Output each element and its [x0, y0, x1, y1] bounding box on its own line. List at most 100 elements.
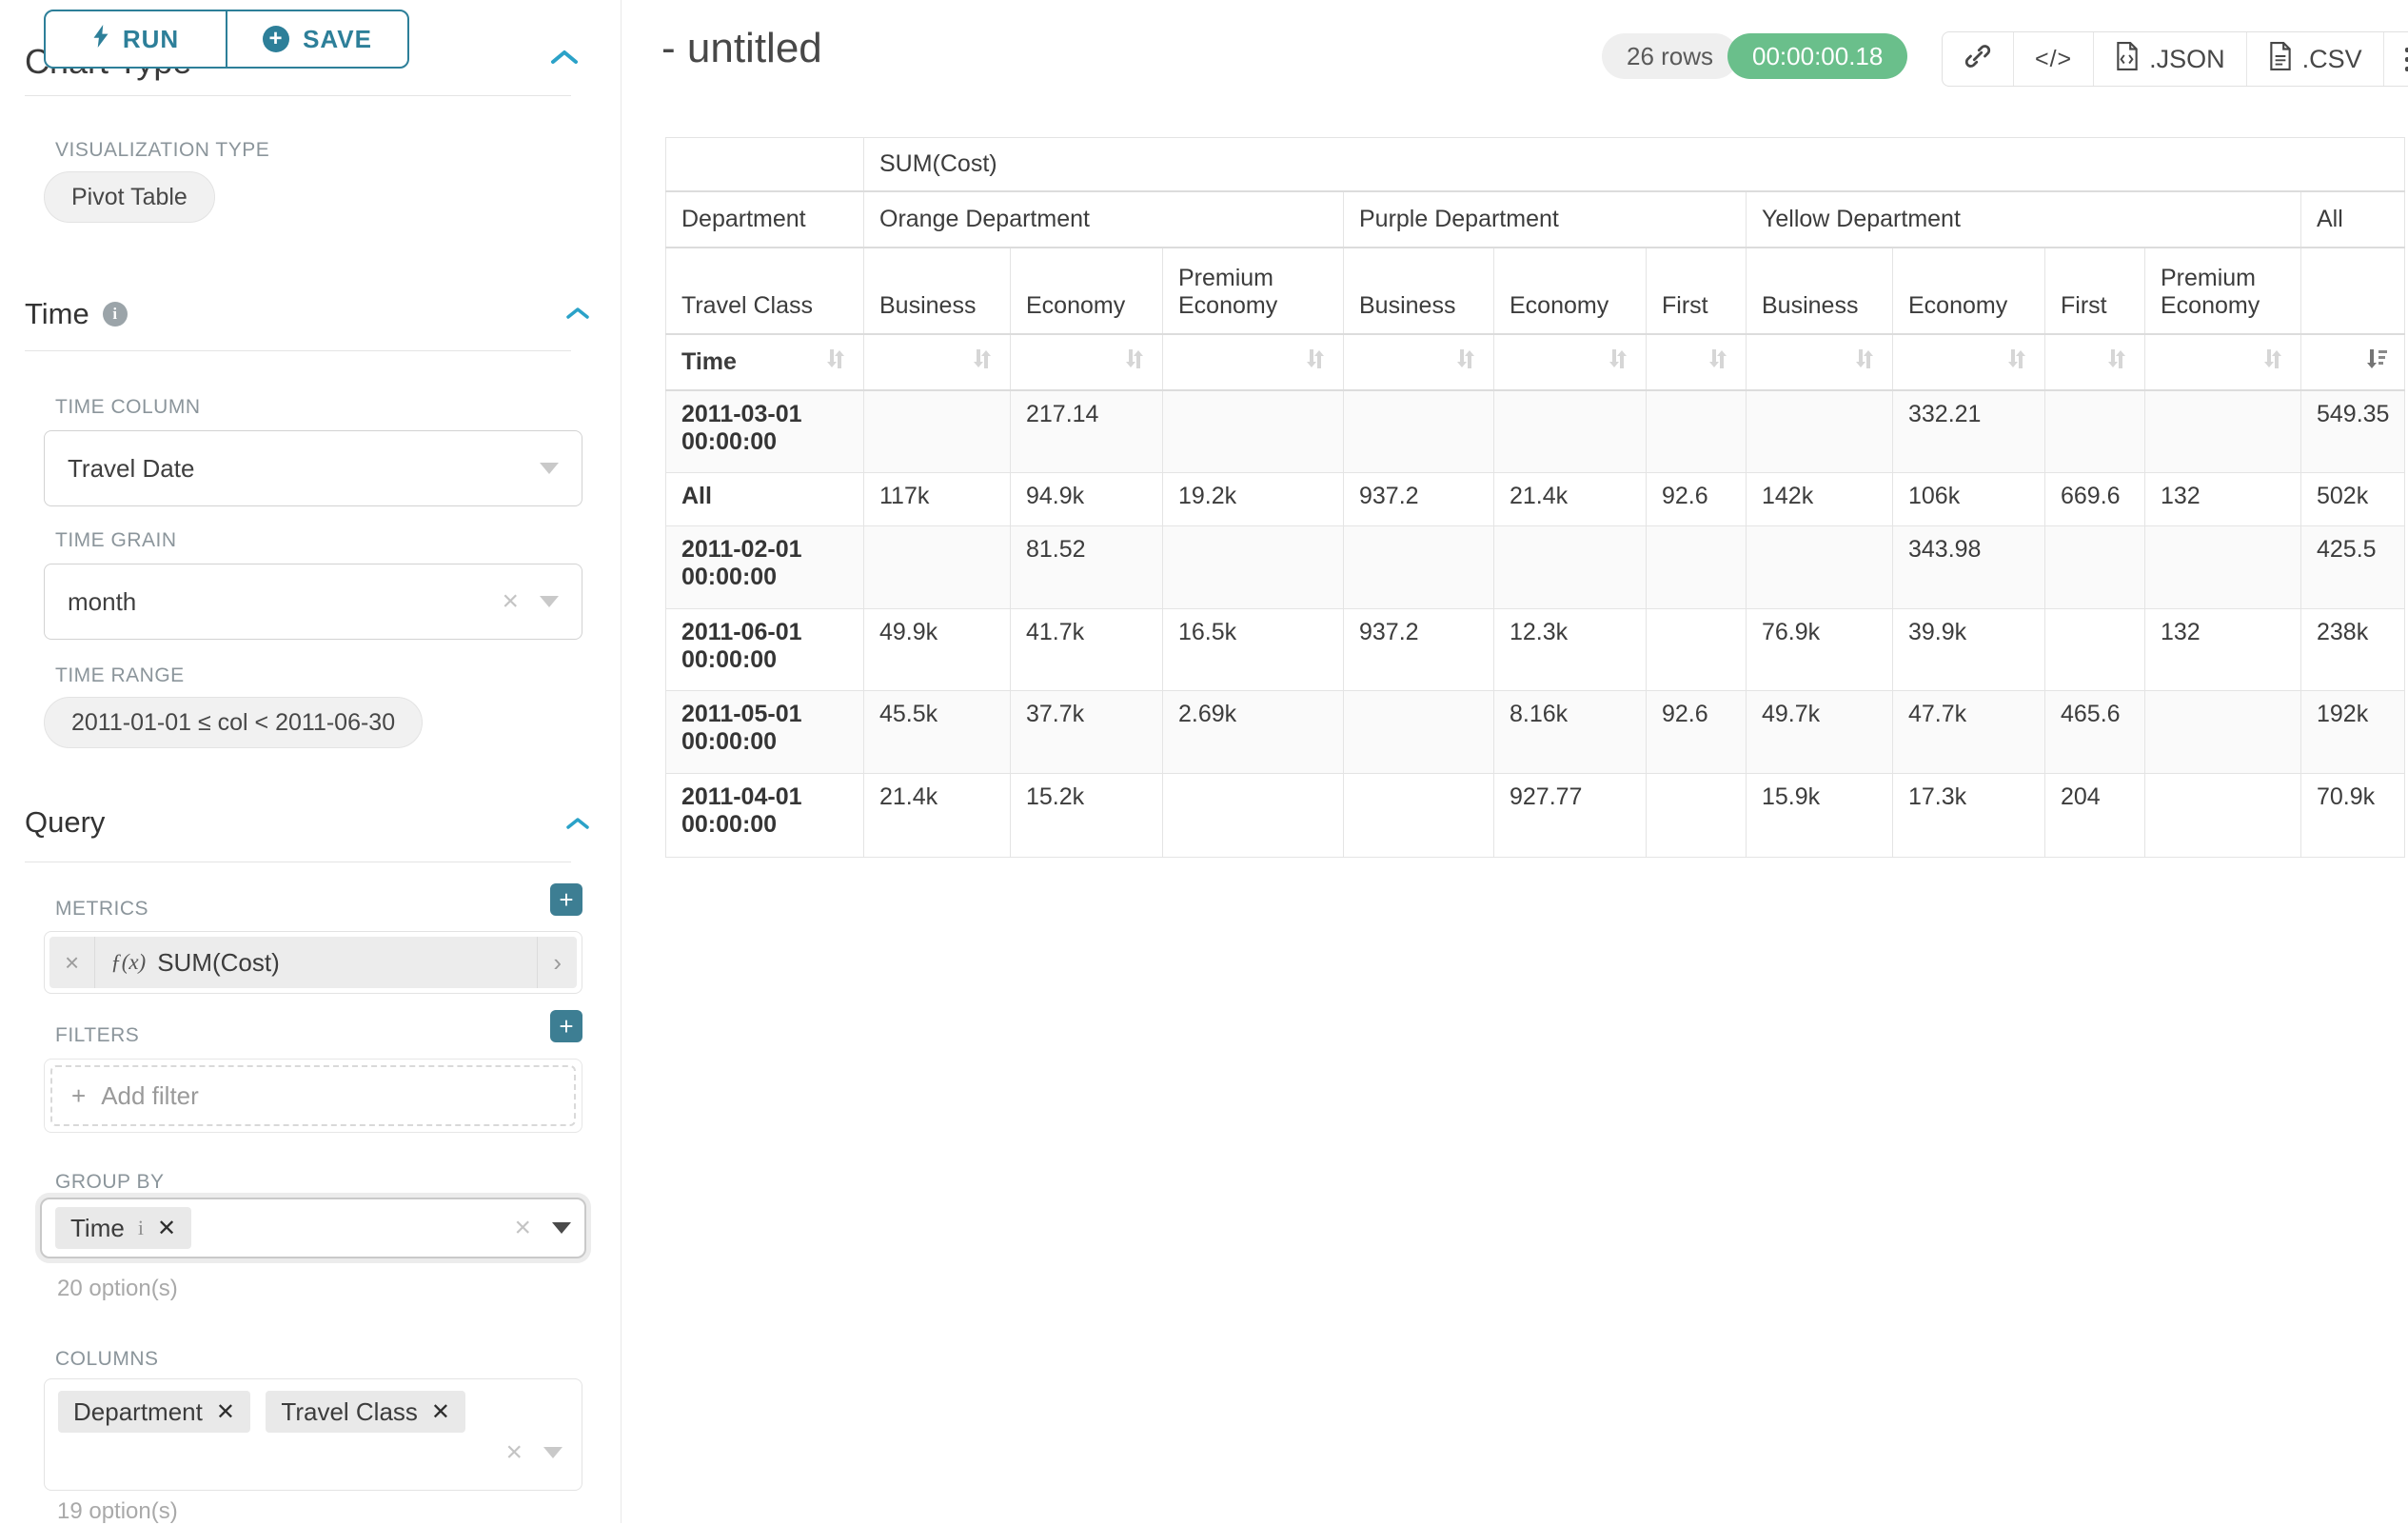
pivot-cell: [1747, 526, 1893, 609]
menu-button[interactable]: [2383, 32, 2408, 86]
pivot-cell: 132: [2145, 473, 2301, 526]
time-grain-select[interactable]: month ×: [44, 564, 582, 640]
remove-chip-icon[interactable]: ✕: [216, 1398, 235, 1426]
table-row: 2011-06-01 00:00:0049.9k41.7k16.5k937.21…: [666, 609, 2405, 691]
link-icon: [1964, 42, 1992, 77]
remove-chip-icon[interactable]: ✕: [431, 1398, 450, 1426]
pivot-cell: [2145, 526, 2301, 609]
export-csv-button[interactable]: .CSV: [2246, 32, 2383, 86]
add-metric-button[interactable]: +: [550, 883, 582, 916]
metric-chip[interactable]: × ƒ(x) SUM(Cost) ›: [49, 937, 577, 988]
visualization-type-value[interactable]: Pivot Table: [44, 171, 215, 223]
clear-icon[interactable]: ×: [502, 587, 519, 616]
chart-title[interactable]: - untitled: [661, 25, 822, 72]
view-query-button[interactable]: </>: [2013, 32, 2093, 86]
pivot-col-header: Economy: [1011, 248, 1163, 334]
sort-updown-icon[interactable]: [1606, 347, 1630, 378]
pivot-cell: 142k: [1747, 473, 1893, 526]
pivot-col-header: Premium Economy: [2145, 248, 2301, 334]
sort-updown-icon[interactable]: [1303, 347, 1328, 378]
pivot-col-group-header: Purple Department: [1344, 191, 1747, 248]
file-code-icon: [2115, 42, 2140, 77]
pivot-cell: [2145, 774, 2301, 858]
pivot-cell: 937.2: [1344, 609, 1494, 691]
pivot-cell: 937.2: [1344, 473, 1494, 526]
run-button[interactable]: RUN: [46, 11, 226, 67]
pivot-cell: [1344, 691, 1494, 774]
pivot-col-header: Economy: [1893, 248, 2045, 334]
table-row: 2011-03-01 00:00:00217.14332.21549.35: [666, 390, 2405, 473]
export-json-button[interactable]: .JSON: [2093, 32, 2246, 86]
pivot-row-header: 2011-06-01 00:00:00: [666, 609, 864, 691]
pivot-cell: 70.9k: [2301, 774, 2405, 858]
sort-updown-icon[interactable]: [2004, 347, 2029, 378]
pivot-cell: 92.6: [1647, 691, 1747, 774]
pivot-cell: 94.9k: [1011, 473, 1163, 526]
pivot-row-header: 2011-02-01 00:00:00: [666, 526, 864, 609]
pivot-cell: 49.9k: [864, 609, 1011, 691]
clear-icon[interactable]: ×: [505, 1438, 523, 1467]
pivot-cell: [1647, 526, 1747, 609]
pivot-col-header: First: [1647, 248, 1747, 334]
remove-metric-icon[interactable]: ×: [49, 937, 95, 988]
columns-chip[interactable]: Department ✕: [58, 1391, 250, 1433]
export-json-label: .JSON: [2149, 45, 2225, 74]
table-row: 2011-04-01 00:00:0021.4k15.2k927.7715.9k…: [666, 774, 2405, 858]
pivot-table-container: SUM(Cost)DepartmentOrange DepartmentPurp…: [665, 137, 2405, 858]
pivot-cell: 217.14: [1011, 390, 1163, 473]
sort-descending-icon[interactable]: [2364, 347, 2389, 378]
pivot-cell: 15.2k: [1011, 774, 1163, 858]
clear-icon[interactable]: ×: [514, 1214, 531, 1242]
pivot-col-header: First: [2045, 248, 2145, 334]
columns-select[interactable]: Department ✕ Travel Class ✕ ×: [44, 1378, 582, 1491]
pivot-cell: 332.21: [1893, 390, 2045, 473]
columns-chip[interactable]: Travel Class ✕: [266, 1391, 465, 1433]
sort-updown-icon[interactable]: [823, 347, 848, 378]
sort-updown-icon[interactable]: [1706, 347, 1730, 378]
pivot-cell: [1647, 609, 1747, 691]
pivot-cell: 669.6: [2045, 473, 2145, 526]
sort-updown-icon[interactable]: [1122, 347, 1147, 378]
pivot-cell: 21.4k: [1494, 473, 1647, 526]
fx-icon: ƒ(x): [110, 950, 146, 975]
pivot-cell: [1494, 390, 1647, 473]
sort-updown-icon[interactable]: [1453, 347, 1478, 378]
pivot-cell: 425.5: [2301, 526, 2405, 609]
filters-container: + Add filter: [44, 1059, 582, 1133]
sort-updown-icon[interactable]: [1852, 347, 1877, 378]
pivot-cell: [1747, 390, 1893, 473]
pivot-cell: 81.52: [1011, 526, 1163, 609]
time-section-collapse[interactable]: [565, 307, 590, 325]
remove-chip-icon[interactable]: ✕: [157, 1215, 176, 1242]
share-link-button[interactable]: [1943, 32, 2013, 86]
pivot-col-group-header: All: [2301, 191, 2405, 248]
chevron-up-icon[interactable]: [550, 50, 579, 69]
table-row: 2011-02-01 00:00:0081.52343.98425.5: [666, 526, 2405, 609]
time-range-label: TIME RANGE: [55, 664, 185, 687]
sort-updown-icon[interactable]: [2104, 347, 2129, 378]
group-by-chip[interactable]: Time i ✕: [55, 1207, 191, 1249]
pivot-cell: [864, 526, 1011, 609]
query-section-collapse[interactable]: [565, 817, 590, 835]
save-button[interactable]: + SAVE: [226, 11, 407, 67]
sort-updown-icon[interactable]: [970, 347, 995, 378]
time-column-select[interactable]: Travel Date: [44, 430, 582, 506]
sort-updown-icon[interactable]: [2260, 347, 2285, 378]
pivot-cell: 21.4k: [864, 774, 1011, 858]
chevron-down-icon: [540, 463, 559, 474]
chevron-right-icon[interactable]: ›: [537, 937, 577, 988]
chevron-down-icon: [552, 1222, 571, 1234]
query-timer-badge: 00:00:00.18: [1727, 33, 1907, 79]
group-by-select[interactable]: Time i ✕ ×: [40, 1198, 586, 1258]
pivot-cell: [1163, 390, 1344, 473]
pivot-col-header: [2301, 248, 2405, 334]
pivot-sort-cell: [1163, 334, 1344, 390]
pivot-col-header: Premium Economy: [1163, 248, 1344, 334]
pivot-cell: 76.9k: [1747, 609, 1893, 691]
add-filter-button[interactable]: +: [550, 1010, 582, 1042]
run-button-label: RUN: [123, 25, 179, 54]
time-range-value[interactable]: 2011-01-01 ≤ col < 2011-06-30: [44, 697, 423, 748]
pivot-cell: [1647, 390, 1747, 473]
add-filter-dropzone[interactable]: + Add filter: [50, 1065, 576, 1126]
group-by-label: GROUP BY: [55, 1171, 164, 1194]
